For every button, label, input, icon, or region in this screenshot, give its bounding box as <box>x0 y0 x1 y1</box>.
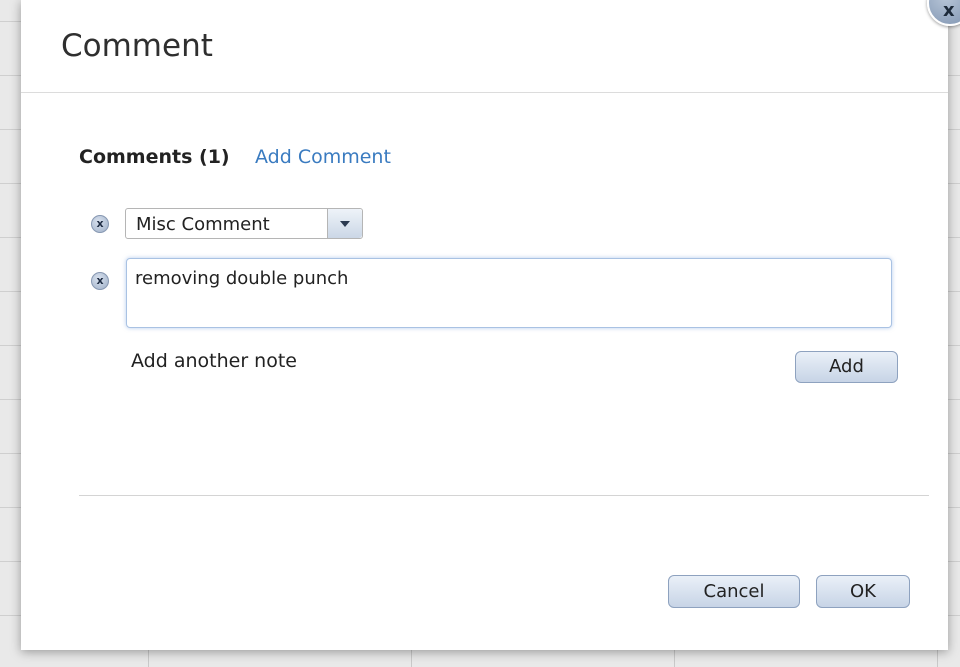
remove-comment-icon[interactable]: x <box>91 215 109 233</box>
footer-divider <box>79 495 929 496</box>
add-comment-link[interactable]: Add Comment <box>255 146 391 168</box>
comments-heading: Comments (1) <box>79 146 230 168</box>
dialog-title: Comment <box>61 28 213 64</box>
add-another-note-label: Add another note <box>131 350 297 372</box>
add-note-button[interactable]: Add <box>795 351 898 383</box>
ok-button[interactable]: OK <box>816 575 910 608</box>
note-input[interactable]: removing double punch <box>126 258 892 328</box>
dialog-header: Comment <box>21 0 948 93</box>
comment-type-value: Misc Comment <box>136 214 270 235</box>
comment-type-select[interactable]: Misc Comment <box>125 208 363 239</box>
comment-dialog: Comment x Comments (1) Add Comment x Mis… <box>21 0 960 650</box>
remove-note-icon[interactable]: x <box>91 272 109 290</box>
chevron-down-icon[interactable] <box>327 209 362 238</box>
close-icon: x <box>943 0 955 21</box>
cancel-button[interactable]: Cancel <box>668 575 800 608</box>
